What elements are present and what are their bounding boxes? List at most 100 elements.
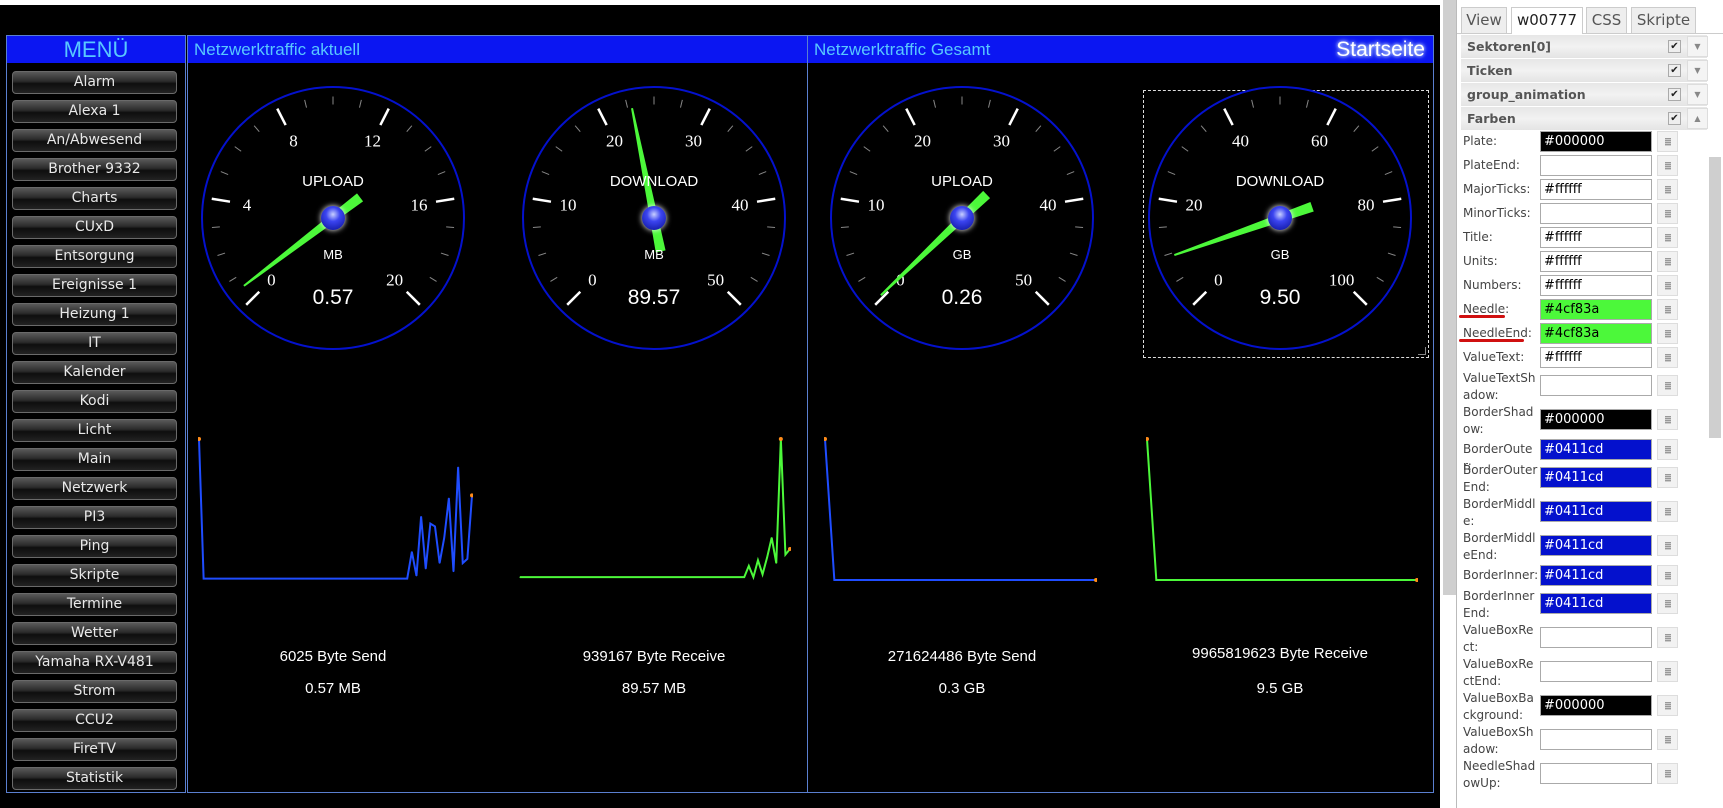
gauge-upload-gb[interactable]: 0 10 20 30 40 50 UPLOAD GB 0.26 <box>822 78 1102 358</box>
color-picker-button[interactable] <box>1657 227 1678 248</box>
gauge-download-gb[interactable]: 0 20 40 60 80 100 DOWNLOAD GB 9.50 <box>1140 78 1420 358</box>
property-color-input[interactable] <box>1540 763 1652 784</box>
chevron-down-icon[interactable]: ▼ <box>1687 84 1708 105</box>
menu-button-cuxd[interactable]: CUxD <box>12 216 177 239</box>
menu-button-strom[interactable]: Strom <box>12 680 177 703</box>
chevron-down-icon[interactable]: ▼ <box>1687 36 1708 57</box>
gauge-download-mb[interactable]: 0 10 20 30 40 50 DOWNLOAD MB 89.57 <box>514 78 794 358</box>
menu-button-skripte[interactable]: Skripte <box>12 564 177 587</box>
property-color-input[interactable] <box>1540 627 1652 648</box>
color-picker-button[interactable] <box>1657 275 1678 296</box>
color-picker-button[interactable] <box>1657 627 1678 648</box>
menu-button-kodi[interactable]: Kodi <box>12 390 177 413</box>
menu-button-ccu2[interactable]: CCU2 <box>12 709 177 732</box>
group-group-animation[interactable]: group_animation ✔ ▼ <box>1461 83 1708 106</box>
chart-point <box>286 577 288 580</box>
menu-button-pi3[interactable]: PI3 <box>12 506 177 529</box>
menu-button-netzwerk[interactable]: Netzwerk <box>12 477 177 500</box>
group-farben[interactable]: Farben ✔ ▲ <box>1461 107 1708 130</box>
color-picker-button[interactable] <box>1657 565 1678 586</box>
menu-button-kalender[interactable]: Kalender <box>12 361 177 384</box>
gauge-upload-mb[interactable]: 0 4 8 12 16 20 UPLOAD MB 0.57 <box>193 78 473 358</box>
color-picker-button[interactable] <box>1657 323 1678 344</box>
color-picker-button[interactable] <box>1657 347 1678 368</box>
color-picker-button[interactable] <box>1657 299 1678 320</box>
property-color-input[interactable] <box>1540 535 1652 556</box>
amount-text: 0.3 GB <box>938 680 986 697</box>
property-color-input[interactable] <box>1540 661 1652 682</box>
editor-scrollbar[interactable] <box>1709 157 1721 438</box>
color-picker-button[interactable] <box>1657 155 1678 176</box>
menu-button-licht[interactable]: Licht <box>12 419 177 442</box>
color-picker-button[interactable] <box>1657 661 1678 682</box>
tab-w00777[interactable]: w00777 <box>1511 7 1583 34</box>
menu-button-an-abwesend[interactable]: An/Abwesend <box>12 129 177 152</box>
property-color-input[interactable] <box>1540 593 1652 614</box>
color-picker-button[interactable] <box>1657 179 1678 200</box>
chevron-up-icon[interactable]: ▲ <box>1687 108 1708 129</box>
group-sektoren-0-[interactable]: Sektoren[0] ✔ ▼ <box>1461 35 1708 58</box>
property-color-input[interactable] <box>1540 695 1652 716</box>
property-color-input[interactable] <box>1540 375 1652 396</box>
color-picker-button[interactable] <box>1657 593 1678 614</box>
property-color-input[interactable] <box>1540 179 1652 200</box>
menu-button-it[interactable]: IT <box>12 332 177 355</box>
color-picker-button[interactable] <box>1657 467 1678 488</box>
menu-button-charts[interactable]: Charts <box>12 187 177 210</box>
property-color-input[interactable] <box>1540 203 1652 224</box>
color-picker-button[interactable] <box>1657 375 1678 396</box>
page-scrollbar[interactable] <box>1443 0 1456 595</box>
gauge-dial: 01020 304050 <box>522 86 786 350</box>
menu-button-alexa-1[interactable]: Alexa 1 <box>12 100 177 123</box>
color-picker-button[interactable] <box>1657 131 1678 152</box>
color-picker-button[interactable] <box>1657 409 1678 430</box>
color-picker-button[interactable] <box>1657 501 1678 522</box>
menu-button-brother-9332[interactable]: Brother 9332 <box>12 158 177 181</box>
property-color-input[interactable] <box>1540 251 1652 272</box>
menu-button-ping[interactable]: Ping <box>12 535 177 558</box>
tab-skripte[interactable]: Skripte <box>1631 7 1696 33</box>
color-picker-button[interactable] <box>1657 251 1678 272</box>
group-checkbox[interactable]: ✔ <box>1668 112 1681 125</box>
color-picker-button[interactable] <box>1657 439 1678 460</box>
menu-button-heizung-1[interactable]: Heizung 1 <box>12 303 177 326</box>
property-color-input[interactable] <box>1540 439 1652 460</box>
group-checkbox[interactable]: ✔ <box>1668 40 1681 53</box>
menu-button-yamaha-rx-v481[interactable]: Yamaha RX-V481 <box>12 651 177 674</box>
color-picker-button[interactable] <box>1657 763 1678 784</box>
property-color-input[interactable] <box>1540 323 1652 344</box>
menu-button-main[interactable]: Main <box>12 448 177 471</box>
menu-button-ereignisse-1[interactable]: Ereignisse 1 <box>12 274 177 297</box>
property-color-input[interactable] <box>1540 467 1652 488</box>
chart-point <box>1192 579 1195 581</box>
group-checkbox[interactable]: ✔ <box>1668 64 1681 77</box>
menu-button-entsorgung[interactable]: Entsorgung <box>12 245 177 268</box>
tab-css[interactable]: CSS <box>1586 7 1627 33</box>
property-color-input[interactable] <box>1540 275 1652 296</box>
color-picker-button[interactable] <box>1657 695 1678 716</box>
property-color-input[interactable] <box>1540 565 1652 586</box>
property-color-input[interactable] <box>1540 155 1652 176</box>
property-color-input[interactable] <box>1540 347 1652 368</box>
menu-button-statistik[interactable]: Statistik <box>12 767 177 790</box>
menu-button-termine[interactable]: Termine <box>12 593 177 616</box>
property-color-input[interactable] <box>1540 409 1652 430</box>
chart-point <box>624 576 626 578</box>
group-ticken[interactable]: Ticken ✔ ▼ <box>1461 59 1708 82</box>
property-color-input[interactable] <box>1540 227 1652 248</box>
property-color-input[interactable] <box>1540 729 1652 750</box>
menu-button-wetter[interactable]: Wetter <box>12 622 177 645</box>
property-color-input[interactable] <box>1540 501 1652 522</box>
color-picker-button[interactable] <box>1657 203 1678 224</box>
menu-button-alarm[interactable]: Alarm <box>12 71 177 94</box>
chevron-down-icon[interactable]: ▼ <box>1687 60 1708 81</box>
property-color-input[interactable] <box>1540 299 1652 320</box>
group-checkbox[interactable]: ✔ <box>1668 88 1681 101</box>
tab-view[interactable]: View <box>1461 7 1507 33</box>
color-picker-button[interactable] <box>1657 729 1678 750</box>
property-color-input[interactable] <box>1540 131 1652 152</box>
color-picker-button[interactable] <box>1657 535 1678 556</box>
amount-text: 89.57 MB <box>621 680 687 697</box>
gauge-title: UPLOAD <box>302 173 364 190</box>
menu-button-firetv[interactable]: FireTV <box>12 738 177 761</box>
